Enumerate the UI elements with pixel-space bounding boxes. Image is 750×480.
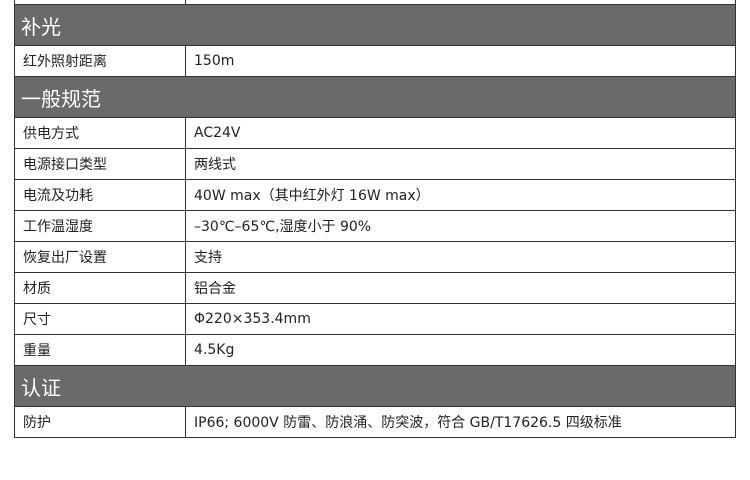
spec-label: 供电方式: [14, 117, 186, 149]
spec-table: 补光 红外照射距离 150m 一般规范 供电方式 AC24V 电源接口类型 两线…: [14, 0, 736, 438]
spec-value: IP66; 6000V 防雷、防浪涌、防突波，符合 GB/T17626.5 四级…: [185, 406, 736, 438]
spec-value: 40W max（其中红外灯 16W max）: [185, 179, 736, 211]
spec-label: 防护: [14, 406, 186, 438]
section-header-fill-light: 补光: [14, 4, 736, 46]
spec-label: 恢复出厂设置: [14, 241, 186, 273]
table-row: 红外照射距离 150m: [14, 45, 736, 77]
section-header-certification: 认证: [14, 365, 736, 407]
table-row: 防护 IP66; 6000V 防雷、防浪涌、防突波，符合 GB/T17626.5…: [14, 406, 736, 438]
section-title: 认证: [14, 365, 736, 407]
spec-value: AC24V: [185, 117, 736, 149]
spec-value: Φ220×353.4mm: [185, 303, 736, 335]
spec-value: 150m: [185, 45, 736, 77]
spec-label: 重量: [14, 334, 186, 366]
section-title: 一般规范: [14, 76, 736, 118]
spec-label: 工作温湿度: [14, 210, 186, 242]
table-row: 电流及功耗 40W max（其中红外灯 16W max）: [14, 179, 736, 211]
spec-label: 电源接口类型: [14, 148, 186, 180]
spec-label: 红外照射距离: [14, 45, 186, 77]
spec-value: 支持: [185, 241, 736, 273]
spec-value: 铝合金: [185, 272, 736, 304]
spec-label: 材质: [14, 272, 186, 304]
spec-label: 尺寸: [14, 303, 186, 335]
spec-value: 4.5Kg: [185, 334, 736, 366]
spec-label: 电流及功耗: [14, 179, 186, 211]
table-row: 工作温湿度 –30℃–65℃,湿度小于 90%: [14, 210, 736, 242]
section-title: 补光: [14, 4, 736, 46]
table-row: 尺寸 Φ220×353.4mm: [14, 303, 736, 335]
table-row: 材质 铝合金: [14, 272, 736, 304]
table-row: 恢复出厂设置 支持: [14, 241, 736, 273]
table-row: 重量 4.5Kg: [14, 334, 736, 366]
spec-value: 两线式: [185, 148, 736, 180]
table-row: 供电方式 AC24V: [14, 117, 736, 149]
section-header-general: 一般规范: [14, 76, 736, 118]
spec-value: –30℃–65℃,湿度小于 90%: [185, 210, 736, 242]
table-row: 电源接口类型 两线式: [14, 148, 736, 180]
